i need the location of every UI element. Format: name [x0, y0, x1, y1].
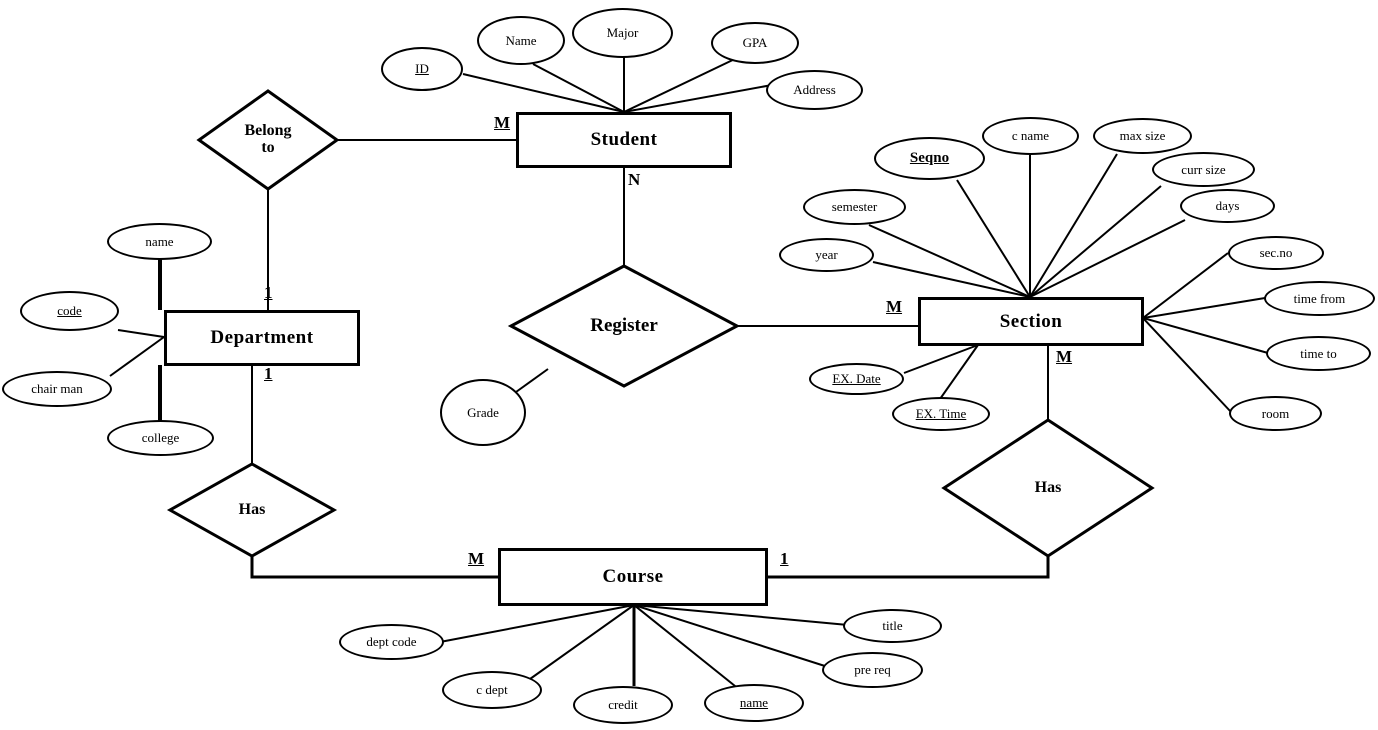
attribute-section-sec-no-label: sec.no — [1259, 245, 1293, 261]
attribute-student-name[interactable]: Name — [477, 16, 565, 65]
attribute-section-ex-date[interactable]: EX. Date — [809, 363, 904, 395]
entity-department-label: Department — [210, 327, 314, 348]
attribute-course-title-label: title — [882, 618, 903, 634]
cardinality-student-left-m-label: M — [494, 113, 511, 132]
attribute-department-chair-man[interactable]: chair man — [2, 371, 112, 407]
attribute-department-chair-man-label: chair man — [31, 381, 83, 397]
attribute-department-code[interactable]: code — [20, 291, 119, 331]
attribute-section-seqno[interactable]: Seqno — [874, 137, 985, 180]
attribute-course-credit-label: credit — [608, 697, 638, 713]
attribute-course-name[interactable]: name — [704, 684, 804, 722]
relationship-belong-to-label-line2: to — [261, 139, 275, 156]
attribute-register-grade[interactable]: Grade — [440, 379, 526, 446]
relationship-register[interactable]: Register — [511, 266, 737, 386]
entity-course-label: Course — [602, 566, 664, 587]
attribute-section-sec-no[interactable]: sec.no — [1228, 236, 1324, 270]
cardinality-section-bottom-m-label: M — [1056, 347, 1073, 366]
attribute-section-semester-label: semester — [831, 199, 878, 215]
attribute-section-time-to[interactable]: time to — [1266, 336, 1371, 371]
relationship-register-label: Register — [590, 315, 658, 337]
relationship-belong-to[interactable]: Belong to — [199, 91, 337, 189]
attribute-section-seqno-label: Seqno — [909, 149, 950, 166]
attribute-department-name-label: name — [145, 233, 174, 249]
cardinality-course-left-m-label: M — [468, 549, 485, 568]
attribute-section-curr-size-label: curr size — [1181, 161, 1226, 177]
attribute-course-dept-code-label: dept code — [366, 634, 417, 650]
attribute-department-college[interactable]: college — [107, 420, 214, 456]
entity-student-label: Student — [590, 129, 658, 150]
cardinality-department-bottom-1-label: 1 — [264, 364, 273, 383]
cardinality-department-bottom-1: 1 — [264, 364, 273, 384]
attribute-student-gpa[interactable]: GPA — [711, 22, 799, 64]
attribute-section-time-to-label: time to — [1300, 345, 1337, 361]
relationship-has-left-label: Has — [238, 500, 266, 518]
entity-section[interactable]: Section — [918, 297, 1144, 346]
attribute-section-max-size[interactable]: max size — [1093, 118, 1192, 154]
attribute-course-credit[interactable]: credit — [573, 686, 673, 724]
attribute-section-max-size-label: max size — [1119, 128, 1166, 144]
attribute-student-id[interactable]: ID — [381, 47, 463, 91]
cardinality-course-right-1: 1 — [780, 549, 789, 569]
attribute-course-c-dept-label: c dept — [476, 682, 508, 698]
entity-course[interactable]: Course — [498, 548, 768, 606]
attribute-section-c-name-label: c name — [1011, 128, 1050, 144]
cardinality-course-right-1-label: 1 — [780, 549, 789, 568]
er-diagram-canvas: Belong to Register Has Has Student Depar… — [0, 0, 1378, 730]
cardinality-student-bottom-n-label: N — [628, 170, 641, 189]
attribute-section-days-label: days — [1215, 198, 1240, 214]
attribute-section-days[interactable]: days — [1180, 189, 1275, 223]
attribute-student-id-label: ID — [415, 61, 429, 77]
cardinality-student-bottom-n: N — [628, 170, 640, 190]
attribute-student-gpa-label: GPA — [742, 35, 768, 51]
cardinality-section-left-m: M — [886, 297, 902, 317]
relationship-has-course-section[interactable]: Has — [944, 420, 1152, 556]
attribute-course-pre-req-label: pre req — [854, 662, 891, 678]
attribute-student-address[interactable]: Address — [766, 70, 863, 110]
cardinality-section-bottom-m: M — [1056, 347, 1072, 367]
attribute-student-address-label: Address — [793, 82, 836, 98]
attribute-register-grade-label: Grade — [467, 404, 499, 420]
attribute-department-college-label: college — [141, 430, 180, 446]
attribute-course-name-label: name — [739, 695, 769, 711]
cardinality-section-left-m-label: M — [886, 297, 903, 316]
attribute-section-semester[interactable]: semester — [803, 189, 906, 225]
attribute-section-ex-date-label: EX. Date — [832, 371, 881, 387]
attribute-section-year[interactable]: year — [779, 238, 874, 272]
attribute-student-major-label: Major — [606, 25, 639, 41]
cardinality-department-top-1-label: 1 — [264, 283, 273, 302]
attribute-section-room-label: room — [1261, 405, 1290, 421]
attribute-section-time-from-label: time from — [1293, 290, 1346, 306]
attribute-department-name[interactable]: name — [107, 223, 212, 260]
relationship-has-right-label: Has — [1034, 478, 1062, 496]
entity-student[interactable]: Student — [516, 112, 732, 168]
attribute-student-major[interactable]: Major — [572, 8, 673, 58]
attribute-course-c-dept[interactable]: c dept — [442, 671, 542, 709]
attribute-course-dept-code[interactable]: dept code — [339, 624, 444, 660]
attribute-section-time-from[interactable]: time from — [1264, 281, 1375, 316]
attribute-section-ex-time[interactable]: EX. Time — [892, 397, 990, 431]
attribute-course-pre-req[interactable]: pre req — [822, 652, 923, 688]
attribute-section-room[interactable]: room — [1229, 396, 1322, 431]
attribute-course-title[interactable]: title — [843, 609, 942, 643]
cardinality-student-left-m: M — [494, 113, 510, 133]
cardinality-department-top-1: 1 — [264, 283, 273, 303]
cardinality-course-left-m: M — [468, 549, 484, 569]
relationship-has-department-course[interactable]: Has — [170, 464, 334, 556]
attribute-section-curr-size[interactable]: curr size — [1152, 152, 1255, 187]
attribute-section-c-name[interactable]: c name — [982, 117, 1079, 155]
attribute-section-ex-time-label: EX. Time — [915, 406, 967, 422]
attribute-student-name-label: Name — [505, 32, 537, 48]
relationship-belong-to-label-line1: Belong — [244, 122, 292, 140]
attribute-section-year-label: year — [815, 247, 838, 263]
entity-section-label: Section — [999, 310, 1063, 332]
attribute-department-code-label: code — [57, 303, 82, 319]
entity-department[interactable]: Department — [164, 310, 360, 366]
